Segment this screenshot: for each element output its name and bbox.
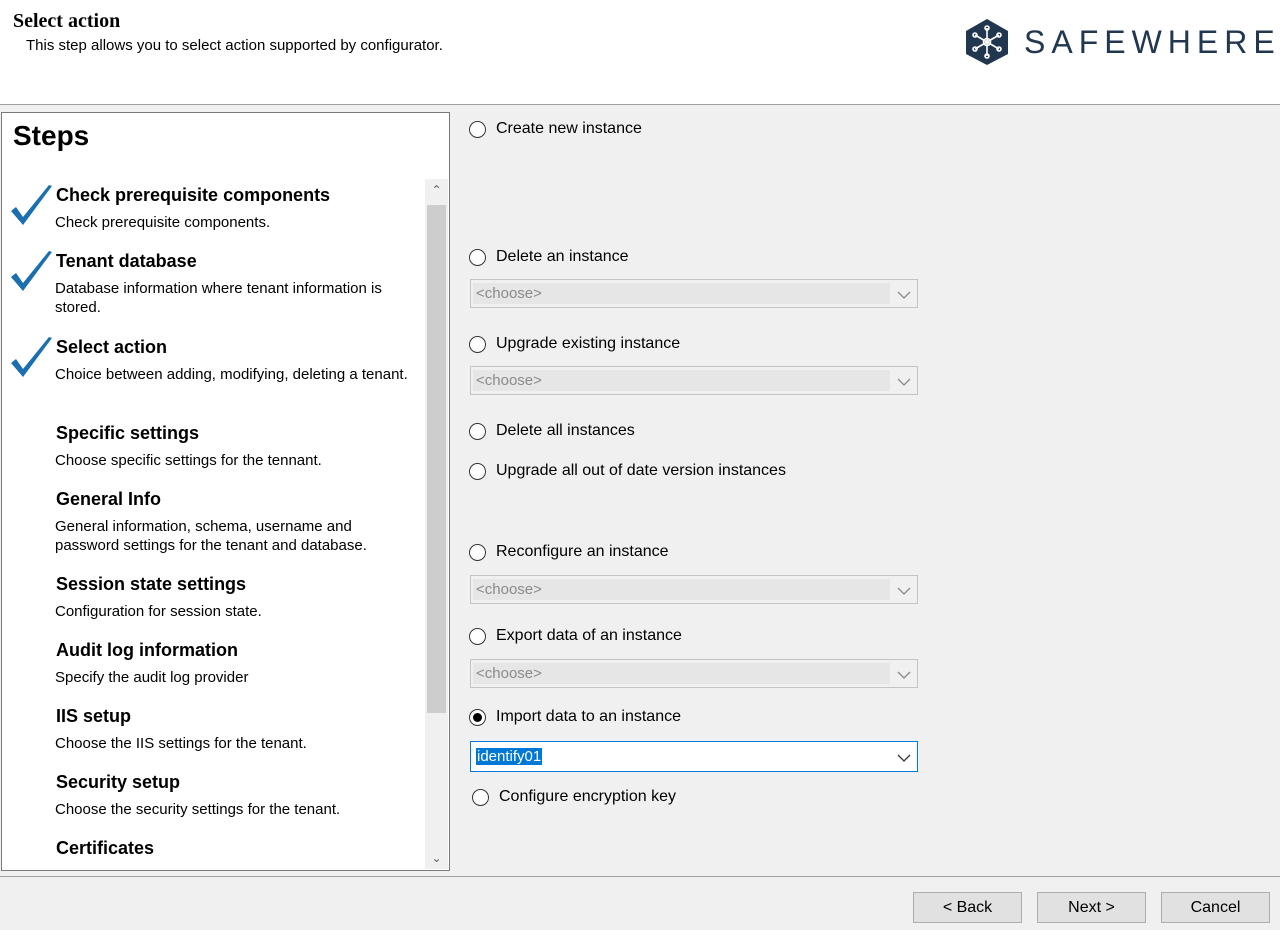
step-title: IIS setup: [56, 706, 132, 726]
step-title: Select action: [56, 337, 168, 357]
radio-button-selected[interactable]: [469, 708, 486, 726]
chevron-down-icon[interactable]: [895, 746, 913, 768]
step-description: Check prerequisite components.: [55, 214, 271, 231]
snowflake-hex-icon: [966, 19, 1008, 65]
step-description: Specify the audit log provider: [55, 669, 249, 686]
reconfigure-instance-combo[interactable]: <choose>: [470, 575, 918, 604]
option-upgrade-existing[interactable]: Upgrade existing instance: [469, 332, 680, 356]
option-label: Import data to an instance: [496, 708, 681, 725]
step-description: Configuration for session state.: [55, 603, 262, 620]
checkmark-icon: [11, 185, 52, 225]
radio-button[interactable]: [469, 335, 486, 353]
cancel-button[interactable]: Cancel: [1161, 892, 1270, 923]
step-description: Database information where tenant inform…: [55, 280, 382, 316]
back-button[interactable]: < Back: [913, 892, 1022, 923]
combo-value: <choose>: [473, 663, 890, 684]
radio-button[interactable]: [469, 248, 486, 266]
step-title: Security setup: [56, 772, 181, 792]
step-title: Certificates: [56, 838, 155, 858]
option-upgrade-all[interactable]: Upgrade all out of date version instance…: [469, 459, 786, 483]
steps-title: Steps: [13, 120, 90, 151]
checkmark-icon: [11, 337, 52, 377]
option-label: Create new instance: [496, 120, 642, 137]
option-label: Upgrade existing instance: [496, 335, 681, 352]
selected-text: identify01: [476, 748, 543, 765]
delete-instance-combo[interactable]: <choose>: [470, 279, 918, 308]
radio-button[interactable]: [469, 422, 486, 440]
step-title: Specific settings: [56, 423, 200, 443]
import-instance-combo[interactable]: identify01: [470, 741, 918, 772]
option-label: Delete an instance: [496, 248, 629, 265]
scroll-up-icon[interactable]: ⌃: [425, 179, 448, 201]
scroll-down-icon[interactable]: ⌄: [425, 847, 448, 869]
option-label: Reconfigure an instance: [496, 543, 669, 560]
page-title: Select action: [13, 10, 121, 32]
step-description: Choose specific settings for the tennant…: [55, 452, 322, 469]
upgrade-instance-combo[interactable]: <choose>: [470, 366, 918, 395]
option-delete-instance[interactable]: Delete an instance: [469, 245, 629, 269]
combo-value: <choose>: [473, 283, 890, 304]
option-export[interactable]: Export data of an instance: [469, 624, 682, 648]
next-button[interactable]: Next >: [1037, 892, 1146, 923]
page-subtitle: This step allows you to select action su…: [26, 37, 443, 54]
radio-button[interactable]: [469, 462, 486, 480]
step-title: Check prerequisite components: [56, 185, 331, 205]
steps-scrollbar[interactable]: ⌃ ⌄: [425, 179, 448, 869]
option-label: Upgrade all out of date version instance…: [496, 462, 786, 479]
chevron-down-icon[interactable]: [895, 663, 913, 685]
option-label: Export data of an instance: [496, 627, 682, 644]
option-create-new[interactable]: Create new instance: [469, 117, 642, 141]
combo-value: <choose>: [473, 370, 890, 391]
option-configure-key[interactable]: Configure encryption key: [472, 785, 676, 809]
footer-divider: [0, 876, 1280, 877]
radio-button[interactable]: [472, 788, 489, 806]
radio-button[interactable]: [469, 627, 486, 645]
step-title: Tenant database: [56, 251, 197, 271]
step-description: Choose the security settings for the ten…: [55, 801, 341, 818]
header: Select action This step allows you to se…: [0, 0, 1280, 104]
step-description: Choice between adding, modifying, deleti…: [55, 366, 408, 383]
option-reconfigure[interactable]: Reconfigure an instance: [469, 540, 669, 564]
header-divider: [0, 104, 1280, 105]
radio-button[interactable]: [469, 543, 486, 561]
option-import[interactable]: Import data to an instance: [469, 705, 681, 729]
logo-text: SAFEWHERE: [1024, 23, 1280, 60]
scroll-thumb[interactable]: [427, 205, 446, 713]
step-title: General Info: [56, 489, 162, 509]
safewhere-logo: SAFEWHERE: [964, 18, 1280, 66]
chevron-down-icon[interactable]: [895, 370, 913, 392]
export-instance-combo[interactable]: <choose>: [470, 659, 918, 688]
checkmark-icon: [11, 251, 52, 291]
step-title: Session state settings: [56, 574, 247, 594]
combo-value: <choose>: [473, 579, 890, 600]
radio-button[interactable]: [469, 120, 486, 138]
chevron-down-icon[interactable]: [895, 283, 913, 305]
steps-panel: Steps Check prerequisite components Chec…: [1, 112, 450, 871]
option-delete-all[interactable]: Delete all instances: [469, 419, 635, 443]
combo-value: identify01: [473, 746, 890, 767]
chevron-down-icon[interactable]: [895, 579, 913, 601]
option-label: Configure encryption key: [499, 788, 676, 805]
step-description: Choose the IIS settings for the tenant.: [55, 735, 307, 752]
step-description: General information, schema, username an…: [55, 518, 367, 554]
step-title: Audit log information: [56, 640, 238, 660]
option-label: Delete all instances: [496, 422, 635, 439]
